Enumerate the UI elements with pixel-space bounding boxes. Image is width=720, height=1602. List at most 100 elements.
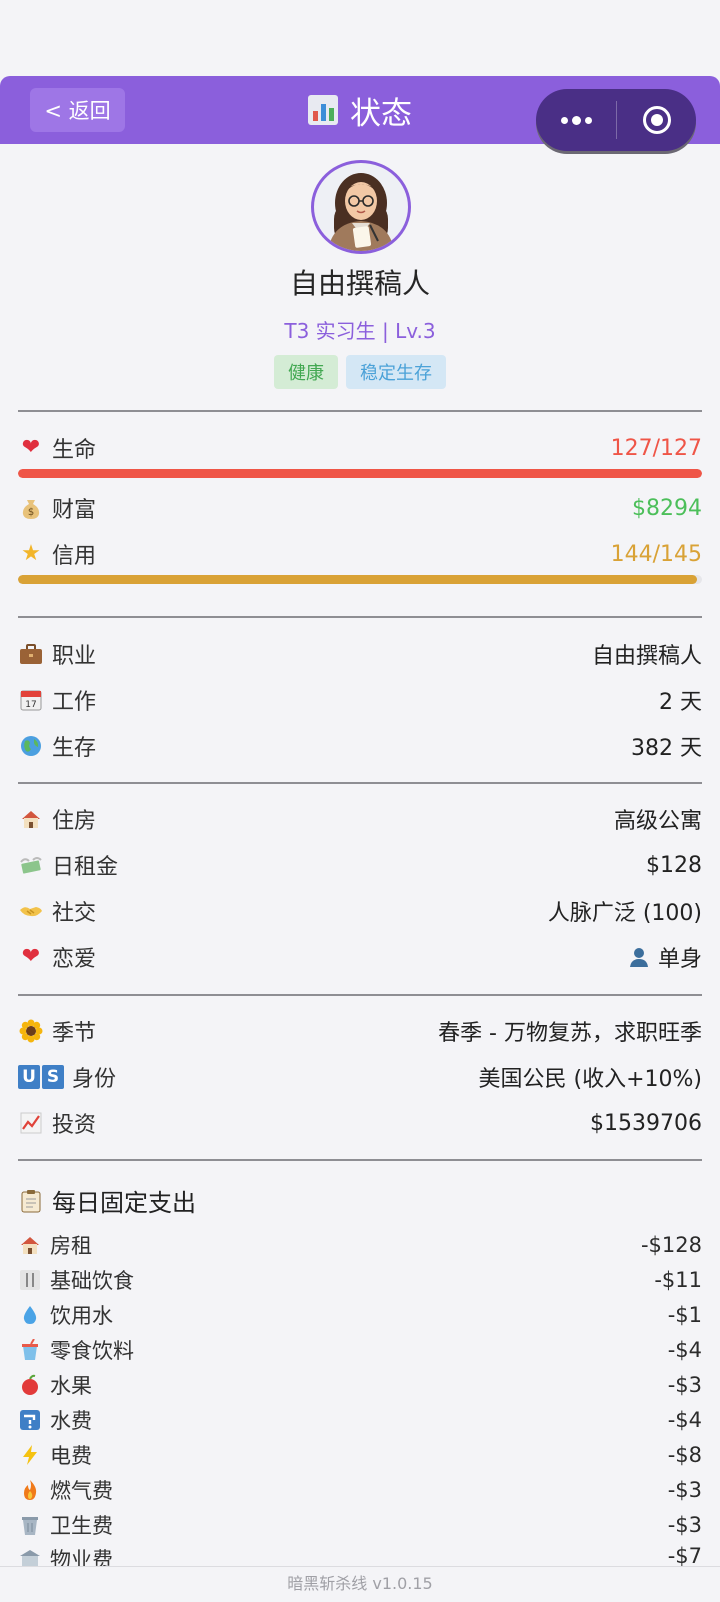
misc-identity: U S 身份 美国公民 (收入+10%) (18, 1059, 702, 1095)
back-label: < 返回 (44, 99, 111, 123)
divider (18, 616, 702, 618)
living-romance-value: 单身 (657, 947, 702, 972)
close-mini-program-button[interactable] (617, 89, 696, 151)
info-survival-value: 382 天 (631, 736, 702, 761)
profile-name: 自由撰稿人 (289, 267, 430, 300)
svg-text:$: $ (28, 507, 34, 518)
expense-row: 卫生费 -$3 (18, 1509, 702, 1541)
stat-wealth-value: $8294 (632, 495, 702, 521)
heart-icon: ❤ (21, 435, 41, 460)
person-silhouette-icon (626, 944, 652, 970)
divider (18, 1159, 702, 1161)
divider (18, 410, 702, 412)
info-work-label: 工作 (52, 690, 97, 715)
living-housing: 住房 高级公寓 (18, 801, 702, 837)
money-bag-icon: $ (18, 495, 44, 521)
stat-life: ❤ 生命 127/127 (18, 430, 702, 466)
trend-up-chart-icon (18, 1110, 44, 1136)
fire-icon (18, 1478, 42, 1502)
misc-investment-value: $1539706 (590, 1110, 702, 1136)
living-romance-label: 恋爱 (52, 947, 97, 972)
expense-value: -$4 (667, 1338, 702, 1362)
mini-program-capsule (536, 89, 696, 151)
living-social-value: 人脉广泛 (100) (547, 901, 702, 926)
expense-value: -$3 (667, 1478, 702, 1502)
info-occupation-label: 职业 (52, 644, 97, 669)
living-rent-value: $128 (646, 852, 702, 878)
more-menu-button[interactable] (536, 89, 616, 151)
expense-row: 水果 -$3 (18, 1369, 702, 1401)
trash-bin-icon (18, 1513, 42, 1537)
expense-label: 水费 (50, 1409, 92, 1433)
section-title-expenses: 每日固定支出 (18, 1183, 196, 1218)
divider (18, 782, 702, 784)
info-occupation-value: 自由撰稿人 (591, 644, 702, 669)
info-work: 17 工作 2 天 (18, 682, 702, 718)
handshake-icon (18, 898, 44, 924)
expense-value: -$128 (640, 1233, 702, 1257)
info-survival-label: 生存 (52, 736, 97, 761)
version-footer: 暗黑斩杀线 v1.0.15 (0, 1566, 720, 1602)
building-icon (18, 1547, 42, 1568)
expense-label: 卫生费 (50, 1514, 113, 1538)
expense-row: 零食饮料 -$4 (18, 1334, 702, 1366)
info-survival: 生存 382 天 (18, 728, 702, 764)
expense-row: 燃气费 -$3 (18, 1474, 702, 1506)
expense-label: 基础饮食 (50, 1269, 134, 1293)
cup-with-straw-icon (18, 1338, 42, 1362)
living-rent: 日租金 $128 (18, 847, 702, 883)
expense-value: -$3 (667, 1373, 702, 1397)
droplet-icon (18, 1303, 42, 1327)
house-icon (18, 1233, 42, 1257)
expense-row: 基础饮食 -$11 (18, 1264, 702, 1296)
back-button[interactable]: < 返回 (30, 88, 125, 132)
misc-investment-label: 投资 (52, 1113, 97, 1138)
expense-label: 水果 (50, 1374, 92, 1398)
living-romance: ❤ 恋爱 单身 (18, 939, 702, 975)
expense-label: 燃气费 (50, 1479, 113, 1503)
credit-progress-bar (18, 575, 702, 584)
info-occupation: 职业 自由撰稿人 (18, 636, 702, 672)
stat-wealth-label: 财富 (52, 498, 97, 523)
living-housing-label: 住房 (52, 809, 97, 834)
section-title-expenses-text: 每日固定支出 (52, 1189, 196, 1217)
expense-label: 零食饮料 (50, 1339, 134, 1363)
life-progress-bar (18, 469, 702, 478)
misc-identity-label: 身份 (72, 1067, 117, 1092)
status-badge-health: 健康 (274, 355, 338, 389)
expense-value: -$7 (667, 1544, 702, 1568)
misc-season-value: 春季 - 万物复苏，求职旺季 (438, 1021, 702, 1046)
status-tags: 健康 稳定生存 (0, 355, 720, 389)
expense-row: 电费 -$8 (18, 1439, 702, 1471)
stat-wealth: $ 财富 $8294 (18, 490, 702, 526)
more-dot-icon (584, 116, 592, 124)
star-icon: ★ (21, 541, 41, 566)
expense-value: -$4 (667, 1408, 702, 1432)
clipboard-icon (18, 1188, 44, 1214)
page-title-text: 状态 (350, 95, 412, 132)
living-social: 社交 人脉广泛 (100) (18, 893, 702, 929)
misc-identity-value: 美国公民 (收入+10%) (478, 1067, 703, 1092)
stat-credit: ★ 信用 144/145 (18, 536, 702, 572)
lightning-icon (18, 1443, 42, 1467)
heart-icon: ❤ (21, 944, 41, 969)
apple-icon (18, 1373, 42, 1397)
status-badge-stable: 稳定生存 (346, 355, 446, 389)
expense-row: 房租 -$128 (18, 1229, 702, 1261)
target-icon (642, 106, 671, 134)
expense-row: 物业费 -$7 (18, 1544, 702, 1568)
bar-chart-icon (308, 95, 338, 125)
expense-label: 电费 (50, 1444, 92, 1468)
living-rent-label: 日租金 (52, 855, 119, 880)
living-housing-value: 高级公寓 (613, 809, 702, 834)
more-dot-icon (560, 116, 568, 124)
sunflower-icon (18, 1018, 44, 1044)
expense-value: -$3 (667, 1513, 702, 1537)
more-dot-icon (571, 115, 581, 125)
fork-knife-icon (18, 1268, 42, 1292)
misc-season: 季节 春季 - 万物复苏，求职旺季 (18, 1013, 702, 1049)
expense-row: 饮用水 -$1 (18, 1299, 702, 1331)
money-with-wings-icon (18, 852, 44, 878)
water-faucet-icon (18, 1408, 42, 1432)
expense-label: 饮用水 (50, 1304, 113, 1328)
